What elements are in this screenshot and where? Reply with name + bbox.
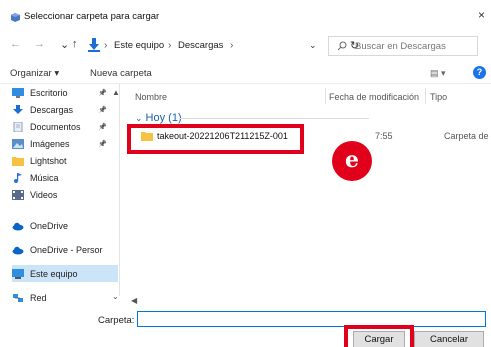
- address-bar[interactable]: › Este equipo › Descargas › ⌄ ↻: [88, 36, 359, 56]
- search-icon: [337, 41, 347, 51]
- sidebar-item-label: Red: [30, 292, 47, 303]
- scroll-up-icon[interactable]: ▲: [112, 88, 120, 97]
- app-icon: [11, 13, 20, 22]
- sidebar-item-label: Música: [30, 172, 59, 183]
- network-icon: [13, 293, 23, 302]
- sidebar-item-label: Descargas: [30, 104, 74, 115]
- column-header-name[interactable]: Nombre: [135, 92, 167, 102]
- sidebar-item-label: Documentos: [30, 121, 81, 132]
- folder-field[interactable]: [137, 311, 486, 327]
- back-arrow-icon[interactable]: ←: [10, 38, 21, 50]
- computer-icon: [12, 268, 24, 279]
- search-box[interactable]: Buscar en Descargas: [328, 36, 478, 56]
- file-type: Carpeta de ar: [444, 131, 491, 141]
- pin-icon: 📌: [98, 89, 107, 97]
- download-icon: [13, 104, 23, 114]
- sidebar-item-label: Videos: [30, 189, 58, 200]
- desktop-icon: [12, 87, 24, 98]
- column-header-modified[interactable]: Fecha de modificación: [329, 92, 419, 102]
- file-modified: 7:55: [375, 131, 393, 141]
- sidebar-item-escritorio[interactable]: Escritorio 📌: [12, 84, 118, 101]
- folder-icon: [12, 156, 24, 166]
- breadcrumb-separator: ›: [230, 40, 234, 51]
- sidebar-item-label: Lightshot: [30, 155, 67, 166]
- group-header[interactable]: ⌄ Hoy (1): [135, 112, 182, 124]
- sidebar-item-label: Imágenes: [30, 138, 70, 149]
- music-icon: [14, 172, 22, 183]
- breadcrumb-separator: ›: [104, 40, 108, 51]
- title-bar: Seleccionar carpeta para cargar ×: [0, 0, 491, 28]
- sidebar-item-este-equipo[interactable]: Este equipo: [12, 265, 118, 282]
- sidebar-item-documentos[interactable]: Documentos 📌: [12, 118, 118, 135]
- sidebar-item-label: OneDrive: [30, 220, 69, 231]
- sidebar-item-imagenes[interactable]: Imágenes 📌: [12, 135, 118, 152]
- group-label: Hoy (1): [145, 112, 182, 124]
- highlight-box-folder: [127, 124, 304, 154]
- chevron-down-icon: ⌄: [135, 113, 143, 123]
- download-icon: [88, 38, 100, 52]
- navigation-bar: ← → ⌄ ↑ › Este equipo › Descargas › ⌄ ↻ …: [0, 32, 491, 58]
- scroll-left-icon[interactable]: ◀: [131, 296, 137, 305]
- sidebar-item-red[interactable]: Red: [12, 289, 118, 306]
- cloud-icon: [12, 222, 24, 230]
- file-list: Nombre Fecha de modificación Tipo ⌄ Hoy (…: [121, 84, 491, 296]
- breadcrumb-separator: ›: [168, 40, 172, 51]
- horizontal-scrollbar[interactable]: ◀: [121, 296, 491, 306]
- sidebar-item-onedrive-personal[interactable]: OneDrive - Persor: [12, 241, 118, 258]
- pictures-icon: [12, 138, 24, 149]
- chevron-down-icon[interactable]: ⌄: [112, 292, 119, 301]
- highlight-box-upload: [344, 325, 414, 347]
- documents-icon: [13, 121, 23, 132]
- step-badge: e: [332, 141, 372, 181]
- breadcrumb-descargas[interactable]: Descargas: [178, 40, 223, 51]
- window-title: Seleccionar carpeta para cargar: [24, 11, 160, 22]
- search-placeholder: Buscar en Descargas: [355, 41, 446, 52]
- group-divider: [179, 118, 369, 119]
- column-divider[interactable]: [325, 88, 326, 104]
- command-toolbar: Organizar ▾ Nueva carpeta ▤ ▾ ?: [0, 62, 491, 84]
- videos-icon: [12, 189, 24, 200]
- close-icon[interactable]: ×: [478, 8, 485, 22]
- cloud-icon: [12, 246, 24, 254]
- folder-field-label: Carpeta:: [98, 315, 135, 326]
- pin-icon: 📌: [98, 123, 107, 131]
- help-icon[interactable]: ?: [473, 66, 486, 79]
- chevron-down-icon[interactable]: ⌄: [60, 38, 69, 51]
- sidebar-item-onedrive[interactable]: OneDrive: [12, 217, 118, 234]
- forward-arrow-icon[interactable]: →: [34, 38, 45, 50]
- sidebar-item-label: OneDrive - Persor: [30, 244, 103, 255]
- sidebar-item-label: Escritorio: [30, 87, 68, 98]
- column-header-type[interactable]: Tipo: [430, 92, 447, 102]
- navigation-pane: Escritorio 📌 Descargas 📌 Documentos 📌 Im…: [0, 84, 120, 303]
- up-arrow-icon[interactable]: ↑: [72, 38, 78, 50]
- sidebar-item-lightshot[interactable]: Lightshot: [12, 152, 118, 169]
- sidebar-item-label: Este equipo: [30, 268, 78, 279]
- new-folder-button[interactable]: Nueva carpeta: [90, 68, 152, 79]
- address-dropdown-icon[interactable]: ⌄: [309, 40, 317, 51]
- pin-icon: 📌: [98, 140, 107, 148]
- pin-icon: 📌: [98, 106, 107, 114]
- organize-button[interactable]: Organizar ▾: [10, 68, 59, 79]
- sidebar-item-descargas[interactable]: Descargas 📌: [12, 101, 118, 118]
- cancel-button[interactable]: Cancelar: [414, 331, 484, 347]
- view-options-icon[interactable]: ▤ ▾: [430, 68, 446, 79]
- column-divider[interactable]: [425, 88, 426, 104]
- sidebar-item-videos[interactable]: Videos: [12, 186, 118, 203]
- breadcrumb-este-equipo[interactable]: Este equipo: [114, 40, 164, 51]
- sidebar-item-musica[interactable]: Música: [12, 169, 118, 186]
